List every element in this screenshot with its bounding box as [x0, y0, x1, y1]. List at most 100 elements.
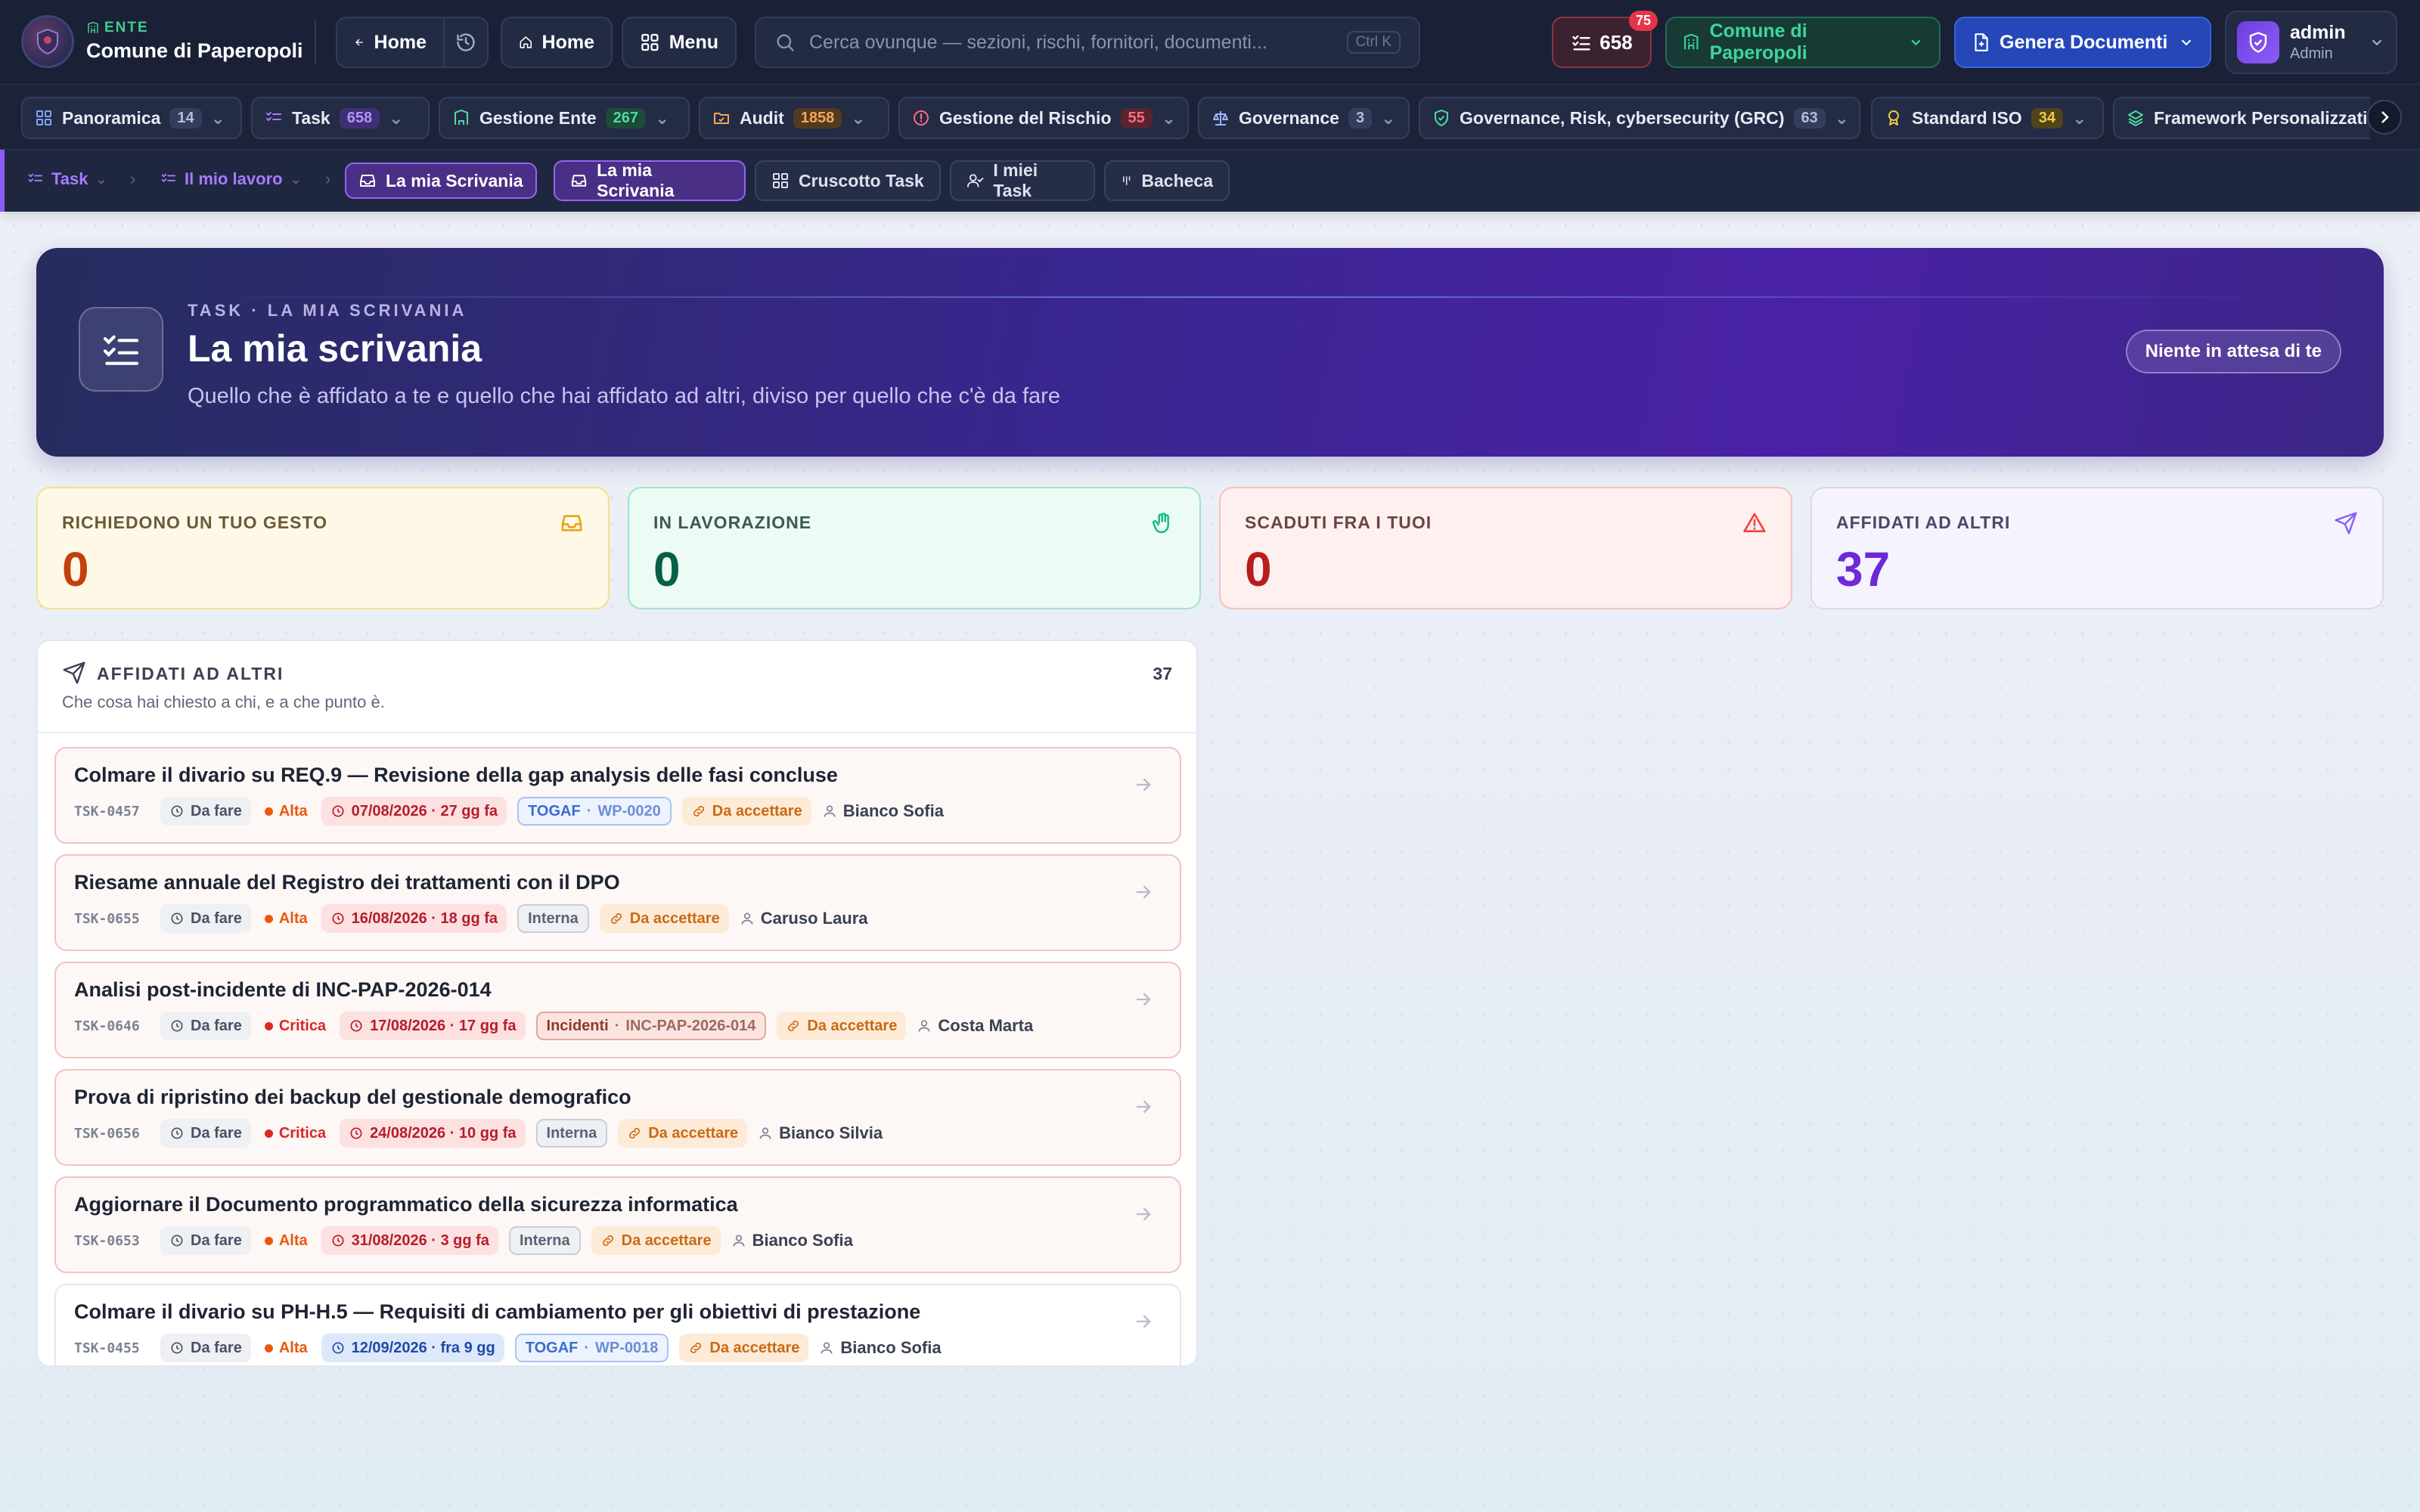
breadcrumb-mio-lavoro[interactable]: Il mio lavoro ⌄ — [160, 169, 302, 189]
clock-icon — [171, 1235, 183, 1247]
warning-triangle-icon — [1743, 513, 1766, 532]
stat-card-scaduti[interactable]: SCADUTI FRA I TUOI 0 — [1219, 487, 1792, 609]
tab-i-miei-task[interactable]: I miei Task — [950, 160, 1095, 201]
arrow-right-icon[interactable] — [1133, 989, 1154, 1010]
arrow-right-icon[interactable] — [1133, 1204, 1154, 1225]
breadcrumb-label: Task — [51, 169, 88, 188]
task-row[interactable]: Aggiornare il Documento programmatico de… — [54, 1176, 1181, 1273]
source-ref-badge[interactable]: Interna — [508, 1226, 581, 1255]
module-tab-framework-personalizzati[interactable]: Framework Personalizzati — [2113, 97, 2370, 139]
page-title: La mia scrivania — [188, 327, 482, 370]
separator: · — [614, 1017, 620, 1034]
grid-icon — [36, 110, 51, 125]
module-tab-task[interactable]: Task 658 ⌄ — [251, 97, 430, 139]
priority-dot — [264, 1343, 273, 1352]
chevron-down-icon — [2372, 39, 2382, 46]
chevron-down-icon: ⌄ — [389, 107, 404, 128]
arrow-right-icon[interactable] — [1133, 774, 1154, 795]
module-count: 658 — [339, 107, 380, 129]
generate-documents-button[interactable]: Genera Documenti — [1954, 17, 2211, 68]
menu-button[interactable]: Menu — [622, 17, 737, 68]
chevron-down-icon: ⌄ — [1834, 107, 1850, 128]
source-ref-badge[interactable]: Interna — [517, 904, 589, 933]
tab-cruscotto-task[interactable]: Cruscotto Task — [755, 160, 941, 201]
acceptance-badge: Da accettare — [681, 797, 811, 826]
task-code: TSK-0457 — [74, 803, 140, 820]
module-count: 14 — [169, 107, 202, 129]
home-button[interactable]: Home — [501, 17, 613, 68]
module-count: 55 — [1120, 107, 1153, 129]
history-button[interactable] — [443, 17, 489, 68]
acceptance-badge: Da accettare — [618, 1119, 748, 1148]
module-tab-gestione-rischio[interactable]: Gestione del Rischio 55 ⌄ — [898, 97, 1189, 139]
link-icon — [610, 913, 622, 924]
award-icon — [1888, 110, 1899, 125]
panel-count: 37 — [1153, 664, 1172, 683]
module-tab-governance[interactable]: Governance 3 ⌄ — [1198, 97, 1410, 139]
tab-la-mia-scrivania[interactable]: La mia Scrivania — [554, 160, 746, 201]
stat-card-gesto[interactable]: RICHIEDONO UN TUO GESTO 0 — [36, 487, 610, 609]
task-title: Colmare il divario su PH-H.5 — Requisiti… — [74, 1300, 921, 1323]
source-ref-badge[interactable]: TOGAF · WP-0018 — [514, 1334, 669, 1362]
back-home-button[interactable]: Home — [336, 17, 445, 68]
stat-card-lavorazione[interactable]: IN LAVORAZIONE 0 — [628, 487, 1201, 609]
kanban-icon — [1123, 176, 1131, 185]
module-label: Audit — [740, 107, 784, 128]
task-row[interactable]: Analisi post-incidente di INC-PAP-2026-0… — [54, 962, 1181, 1058]
arrow-right-icon[interactable] — [1133, 881, 1154, 903]
org-name: Comune di Paperopoli — [86, 39, 303, 62]
chevron-right-icon: › — [325, 169, 331, 188]
module-tab-grc[interactable]: Governance, Risk, cybersecurity (GRC) 63… — [1419, 97, 1860, 139]
breadcrumb-task[interactable]: Task ⌄ — [27, 169, 107, 189]
priority-label: Alta — [278, 1339, 308, 1356]
search-input[interactable]: Cerca ovunque — sezioni, rischi, fornito… — [809, 32, 1267, 54]
module-count: 3 — [1348, 107, 1373, 129]
clock-icon — [171, 1020, 183, 1032]
priority-label: Critica — [278, 1124, 327, 1142]
hand-icon — [1152, 513, 1169, 534]
chevron-down-icon: ⌄ — [210, 107, 225, 128]
pending-status-button[interactable]: Niente in attesa di te — [2125, 330, 2341, 373]
status-label: Da fare — [191, 1017, 242, 1034]
module-tab-audit[interactable]: Audit 1858 ⌄ — [699, 97, 889, 139]
due-date-label: 24/08/2026 · 10 gg fa — [370, 1124, 517, 1142]
task-row[interactable]: Riesame annuale del Registro dei trattam… — [54, 854, 1181, 951]
task-row[interactable]: Colmare il divario su REQ.9 — Revisione … — [54, 747, 1181, 844]
global-search[interactable]: Cerca ovunque — sezioni, rischi, fornito… — [755, 17, 1420, 68]
user-menu[interactable]: admin Admin — [2225, 11, 2397, 74]
priority-dot — [264, 914, 273, 923]
source-ref-badge[interactable]: Interna — [535, 1119, 608, 1148]
module-tab-standard-iso[interactable]: Standard ISO 34 ⌄ — [1871, 97, 2104, 139]
arrow-right-icon[interactable] — [1133, 1311, 1154, 1332]
chevron-down-icon: ⌄ — [851, 107, 866, 128]
status-badge: Da fare — [160, 1119, 251, 1148]
stat-card-affidati[interactable]: AFFIDATI AD ALTRI 37 — [1810, 487, 2384, 609]
breadcrumb-current[interactable]: La mia Scrivania — [345, 163, 537, 199]
task-counter-button[interactable]: 658 75 — [1552, 11, 1658, 68]
user-icon — [759, 1127, 771, 1139]
entity-selector[interactable]: Comune di Paperopoli — [1665, 17, 1941, 68]
stat-label: RICHIEDONO UN TUO GESTO — [62, 513, 327, 532]
module-nav-next-button[interactable] — [2367, 100, 2402, 135]
task-row[interactable]: Colmare il divario su PH-H.5 — Requisiti… — [54, 1284, 1181, 1365]
hero-divider — [188, 296, 2293, 298]
panel-title: AFFIDATI AD ALTRI — [97, 664, 284, 683]
source-code: WP-0020 — [597, 802, 661, 820]
tab-bacheca[interactable]: Bacheca — [1104, 160, 1230, 201]
task-row[interactable]: Prova di ripristino dei backup del gesti… — [54, 1069, 1181, 1166]
source-ref-badge[interactable]: TOGAF · WP-0020 — [517, 797, 672, 826]
chevron-down-icon — [2181, 39, 2192, 46]
module-tab-panoramica[interactable]: Panoramica 14 ⌄ — [21, 97, 242, 139]
arrow-right-icon[interactable] — [1133, 1096, 1154, 1117]
folder-check-icon — [714, 113, 729, 124]
module-label: Task — [292, 107, 330, 128]
org-logo[interactable] — [21, 15, 74, 68]
task-meta: TSK-0455 Da fare Alta 12/09/2026 · fra 9… — [74, 1334, 942, 1362]
priority-badge: Alta — [262, 1226, 311, 1255]
source-ref-badge[interactable]: Incidenti · INC-PAP-2026-014 — [535, 1012, 767, 1040]
user-icon — [918, 1020, 930, 1032]
org-block: ENTE Comune di Paperopoli — [86, 20, 303, 63]
source-type: Interna — [546, 1124, 597, 1142]
module-tab-gestione-ente[interactable]: Gestione Ente 267 ⌄ — [439, 97, 690, 139]
assignee: Bianco Sofia — [822, 801, 944, 821]
